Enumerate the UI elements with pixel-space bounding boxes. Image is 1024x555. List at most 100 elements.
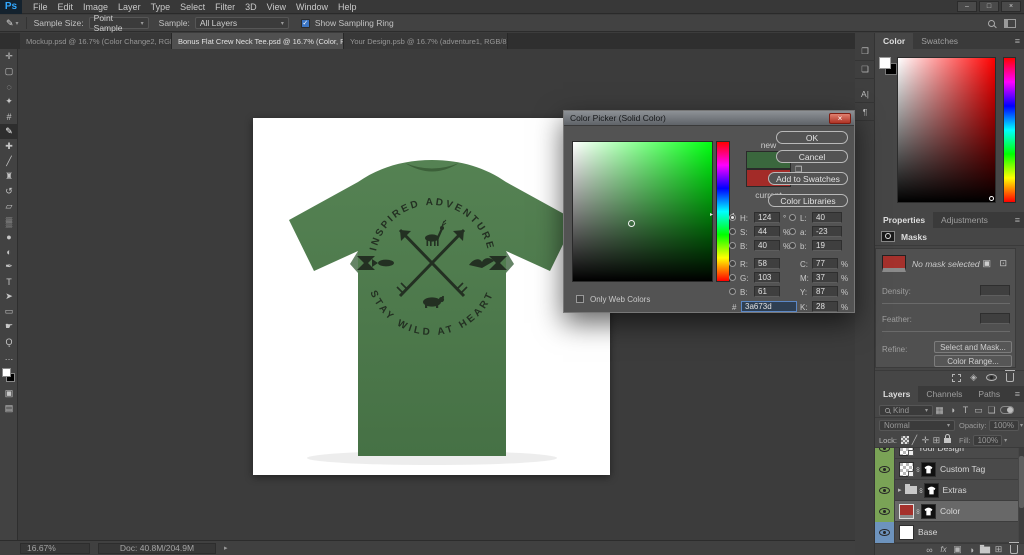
healing-brush-tool[interactable]: ✚ <box>0 139 18 154</box>
delete-layer-icon[interactable] <box>1009 542 1019 554</box>
eyedropper-tool-icon[interactable]: ✎ <box>6 18 14 29</box>
picker-field-marker[interactable] <box>628 220 635 227</box>
color-libraries-button[interactable]: Color Libraries <box>768 194 848 207</box>
add-to-swatches-button[interactable]: Add to Swatches <box>768 172 848 185</box>
menu-3d[interactable]: 3D <box>240 2 262 12</box>
radio-r[interactable] <box>729 260 736 267</box>
radio-s[interactable] <box>729 228 736 235</box>
add-vector-mask-icon[interactable]: ⊡ <box>999 258 1007 269</box>
cancel-button[interactable]: Cancel <box>776 150 848 163</box>
visibility-eye-icon[interactable] <box>879 465 890 473</box>
restore-button[interactable]: □ <box>979 1 999 12</box>
dialog-close-button[interactable]: × <box>829 113 851 124</box>
filter-type-icon[interactable]: T <box>959 404 972 416</box>
tab-bonus-flat-crew-neck-tee[interactable]: Bonus Flat Crew Neck Tee.psd @ 16.7% (Co… <box>172 33 344 49</box>
layer-mask-thumbnail[interactable] <box>921 503 936 519</box>
lock-artboard-icon[interactable]: ⊞ <box>931 434 942 446</box>
layer-style-fx-icon[interactable]: fx <box>937 544 950 555</box>
zoom-tool[interactable]: Ǫ <box>0 334 18 349</box>
lock-all-icon[interactable] <box>943 433 951 443</box>
panel-menu-icon[interactable]: ≡ <box>1011 33 1024 49</box>
layer-name[interactable]: Base <box>918 527 937 537</box>
layers-scrollbar[interactable] <box>1019 448 1024 543</box>
dialog-title-bar[interactable]: Color Picker (Solid Color) × <box>564 111 854 126</box>
lock-transparency-icon[interactable] <box>900 436 909 444</box>
color-field-marker[interactable] <box>989 196 994 201</box>
g-field[interactable]: 103 <box>754 272 780 283</box>
y-field[interactable]: 87 <box>812 286 838 297</box>
mask-link-icon[interactable]: ∞ <box>914 466 921 473</box>
zoom-level-field[interactable]: 16.67% <box>20 542 90 554</box>
s-field[interactable]: 44 <box>754 226 780 237</box>
b-field[interactable]: 40 <box>754 240 780 251</box>
tab-layers[interactable]: Layers <box>875 386 919 402</box>
blue-field[interactable]: 61 <box>754 286 780 297</box>
lock-pixels-icon[interactable]: ╱ <box>909 434 920 446</box>
filter-pixel-icon[interactable]: ▦ <box>933 404 946 416</box>
quick-mask-mode-button[interactable]: ▣ <box>0 386 18 401</box>
opacity-field[interactable]: 100% <box>988 420 1019 431</box>
lock-position-icon[interactable]: ✛ <box>920 434 931 446</box>
gradient-tool[interactable]: ▒ <box>0 214 18 229</box>
menu-view[interactable]: View <box>262 2 291 12</box>
filter-smart-object-icon[interactable]: ❏ <box>985 404 998 416</box>
apply-mask-icon[interactable]: ◈ <box>970 372 977 383</box>
adjustment-layer-icon[interactable]: ◑ <box>965 544 978 555</box>
group-expand-icon[interactable]: ▸ <box>898 486 902 494</box>
minimize-button[interactable]: – <box>957 1 977 12</box>
workspace-switcher-icon[interactable] <box>1004 18 1016 28</box>
radio-l[interactable] <box>789 214 796 221</box>
pen-tool[interactable]: ✒ <box>0 259 18 274</box>
layer-name[interactable]: Custom Tag <box>940 464 985 474</box>
search-icon[interactable] <box>988 19 995 27</box>
tab-properties[interactable]: Properties <box>875 212 934 228</box>
mask-visibility-eye-icon[interactable] <box>986 374 997 381</box>
sample-dropdown[interactable]: All Layers <box>194 17 289 29</box>
filter-kind-dropdown[interactable]: Kind <box>879 404 933 416</box>
k-field[interactable]: 28 <box>812 301 838 312</box>
menu-image[interactable]: Image <box>78 2 113 12</box>
layer-row-base[interactable]: Base <box>875 521 1018 543</box>
delete-mask-icon[interactable] <box>1005 370 1015 382</box>
visibility-eye-icon[interactable] <box>879 528 890 536</box>
scrollbar-thumb[interactable] <box>1019 456 1024 508</box>
history-brush-tool[interactable]: ↺ <box>0 184 18 199</box>
layer-mask-thumbnail[interactable] <box>921 461 936 477</box>
filter-adjustment-icon[interactable]: ◑ <box>946 404 959 416</box>
a-field[interactable]: -23 <box>812 226 842 237</box>
tool-preset-caret-icon[interactable]: ▾ <box>16 20 19 27</box>
load-selection-icon[interactable] <box>952 373 962 382</box>
panel-foreground-color-well[interactable] <box>879 57 891 69</box>
ok-button[interactable]: OK <box>776 131 848 144</box>
tab-paths[interactable]: Paths <box>970 386 1008 402</box>
move-tool[interactable]: ✛ <box>0 49 18 64</box>
tab-channels[interactable]: Channels <box>918 386 970 402</box>
l-field[interactable]: 40 <box>812 212 842 223</box>
menu-window[interactable]: Window <box>291 2 333 12</box>
hex-field[interactable]: 3a673d <box>741 301 797 312</box>
radio-a[interactable] <box>789 228 796 235</box>
history-panel-icon[interactable]: ❐ <box>855 43 875 61</box>
lasso-tool[interactable]: ◌ <box>0 79 18 94</box>
layer-row-extras[interactable]: ▸ ∞ Extras <box>875 479 1018 501</box>
lab-b-field[interactable]: 19 <box>812 240 842 251</box>
layer-name[interactable]: Your Design <box>918 448 964 453</box>
screen-mode-button[interactable]: ▤ <box>0 401 18 416</box>
close-button[interactable]: × <box>1001 1 1021 12</box>
blur-tool[interactable]: ● <box>0 229 18 244</box>
marquee-tool[interactable]: ▢ <box>0 64 18 79</box>
add-pixel-mask-icon[interactable]: ▣ <box>982 258 991 269</box>
new-layer-icon[interactable]: ⊞ <box>992 544 1005 555</box>
blend-mode-dropdown[interactable]: Normal <box>879 420 955 431</box>
layer-name[interactable]: Extras <box>943 485 967 495</box>
tab-swatches[interactable]: Swatches <box>913 33 966 49</box>
feather-value-field[interactable] <box>980 313 1010 324</box>
layer-name[interactable]: Color <box>940 506 960 516</box>
paragraph-panel-icon[interactable]: ¶ <box>855 103 875 121</box>
tab-color[interactable]: Color <box>875 33 914 49</box>
crop-tool[interactable]: # <box>0 109 18 124</box>
dodge-tool[interactable]: ◐ <box>0 244 18 259</box>
h-field[interactable]: 124 <box>754 212 780 223</box>
sample-size-dropdown[interactable]: Point Sample <box>88 13 149 33</box>
c-field[interactable]: 77 <box>812 258 838 269</box>
